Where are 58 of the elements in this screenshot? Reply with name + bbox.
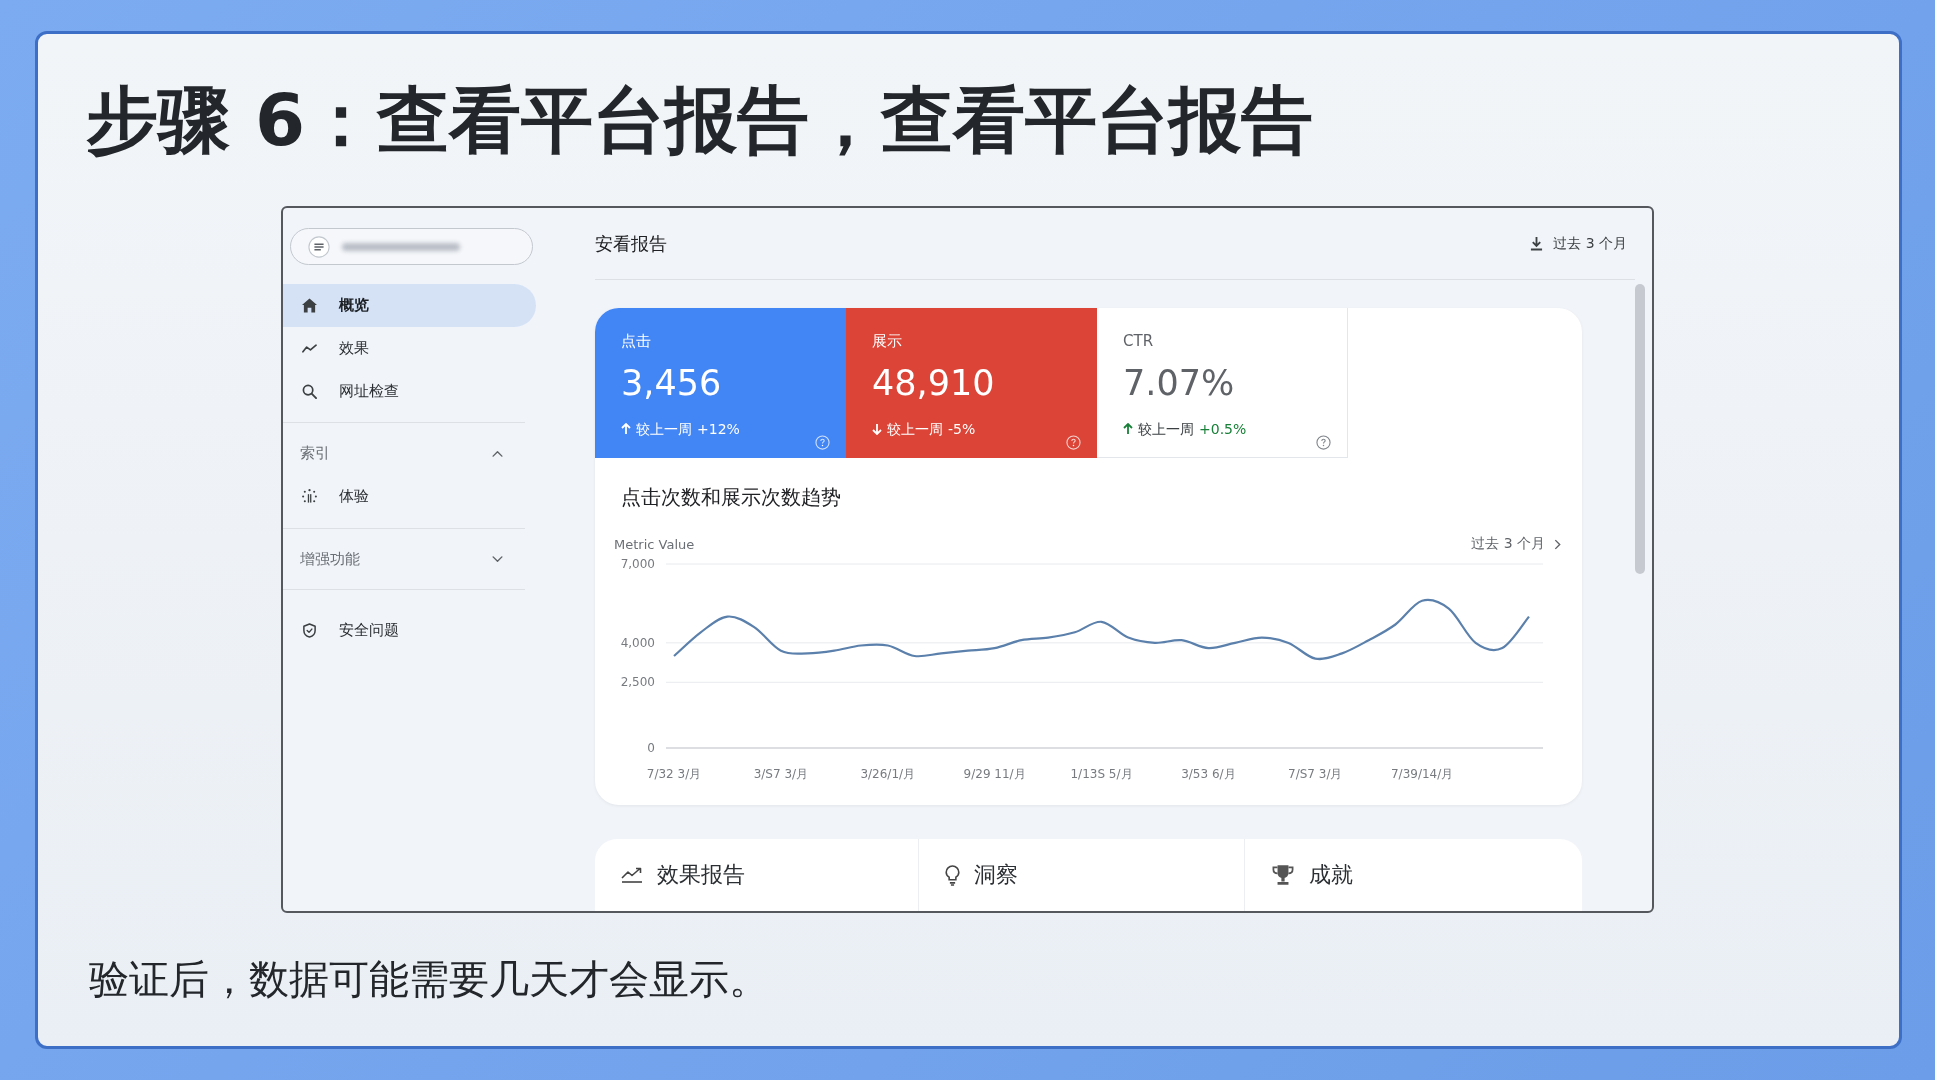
nav-item[interactable]: 体验 — [283, 475, 536, 518]
shortcut-link[interactable]: 成就 — [1244, 839, 1582, 911]
metric-label: 展示 — [872, 331, 903, 351]
shield-icon — [302, 623, 317, 638]
date-range-button[interactable]: 过去 3 个月 — [1530, 230, 1627, 257]
download-icon — [1530, 236, 1544, 251]
scrollbar-thumb[interactable] — [1635, 284, 1645, 574]
x-tick-label: 3/26/1/月 — [860, 767, 916, 781]
home-icon — [302, 298, 317, 313]
x-tick-label: 3/S7 3/月 — [753, 767, 809, 781]
metric-tile[interactable]: 点击 3,456 较上一周 +12% — [595, 308, 846, 458]
change-value: +12% — [697, 420, 740, 439]
metric-value: 3,456 — [621, 362, 723, 405]
y-tick-label: 2,500 — [620, 675, 655, 690]
x-tick-label: 9/29 11/月 — [963, 767, 1026, 781]
x-tick-label: 1/13S 5/月 — [1070, 767, 1133, 781]
lines-circle-icon — [308, 235, 330, 258]
metric-label: CTR — [1123, 331, 1155, 351]
slide-caption: 验证后，数据可能需要几天才会显示。 — [89, 955, 769, 1003]
page-heading: 安看报告 — [595, 231, 667, 256]
trend-line-icon — [302, 344, 317, 353]
shortcut-link[interactable]: 洞察 — [918, 839, 1244, 911]
metric-label: 点击 — [621, 331, 652, 351]
dotted-burst-icon — [302, 489, 317, 504]
y-tick-label: 0 — [647, 741, 655, 755]
date-range-link[interactable]: 过去 3 个月 — [1471, 535, 1561, 553]
axis-title: Metric Value — [614, 536, 695, 552]
section-header[interactable]: 索引 — [283, 433, 525, 473]
lightbulb-icon — [945, 864, 960, 886]
nav-item[interactable]: 概览 — [283, 284, 536, 327]
section-header[interactable]: 增强功能 — [283, 539, 525, 579]
help-icon[interactable] — [1316, 435, 1331, 450]
y-tick-label: 4,000 — [620, 635, 655, 650]
metric-value: 7.07% — [1123, 362, 1236, 405]
chart-title: 点击次数和展示次数趋势 — [621, 484, 842, 511]
x-tick-label: 7/39/14/月 — [1390, 767, 1454, 781]
chevron-right-icon — [1554, 538, 1561, 550]
x-tick-label: 7/S7 3/月 — [1288, 767, 1343, 781]
nav-item[interactable]: 效果 — [283, 327, 536, 370]
comparison-label: 较上一周 — [636, 420, 692, 439]
comparison-label: 较上一周 — [1138, 420, 1194, 439]
nav-item[interactable]: 安全问题 — [283, 609, 536, 652]
trophy-icon — [1271, 864, 1295, 886]
metric-tile[interactable]: 展示 48,910 较上一周 -5% — [846, 308, 1097, 458]
shortcut-link[interactable]: 效果报告 — [595, 839, 918, 911]
trend-chart-icon — [621, 867, 643, 883]
change-value: +0.5% — [1199, 420, 1247, 439]
property-selector[interactable] — [290, 228, 533, 265]
x-tick-label: 7/32 3/月 — [646, 767, 702, 781]
metric-tile[interactable]: CTR 7.07% 较上一周 +0.5% — [1097, 308, 1348, 458]
slide-title: 步骤 6：查看平台报告，查看平台报告 — [86, 77, 1314, 163]
search-icon — [302, 384, 317, 399]
comparison-label: 较上一周 — [887, 420, 943, 439]
x-tick-label: 3/53 6/月 — [1181, 767, 1236, 781]
nav-item[interactable]: 网址检查 — [283, 370, 536, 413]
y-tick-label: 7,000 — [620, 557, 655, 571]
change-value: -5% — [948, 420, 976, 439]
metric-value: 48,910 — [872, 362, 996, 405]
